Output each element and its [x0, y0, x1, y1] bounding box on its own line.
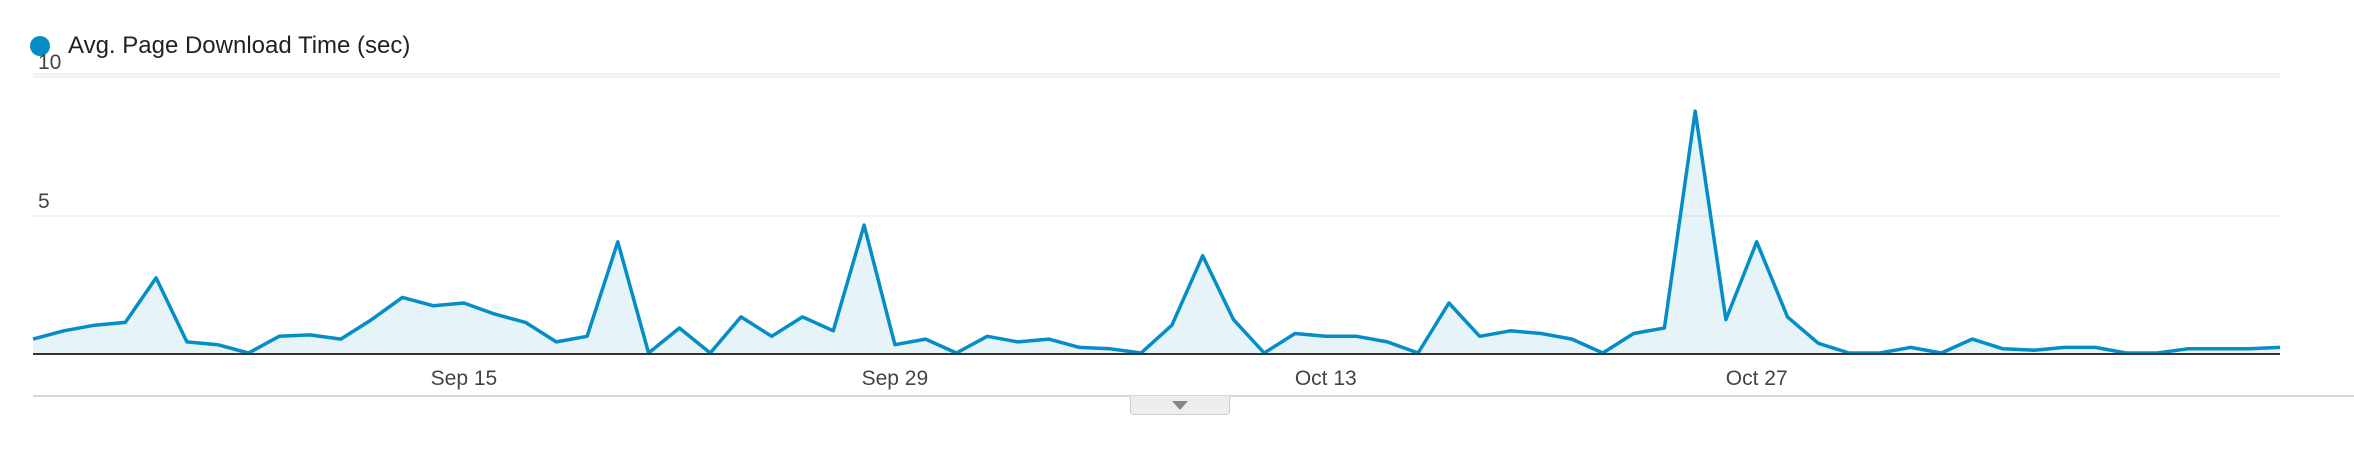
data-point: [1323, 333, 1329, 339]
data-point: [30, 336, 36, 342]
data-point: [2031, 347, 2037, 353]
data-point: [461, 300, 467, 306]
data-point: [2246, 346, 2252, 352]
data-point: [800, 314, 806, 320]
y-tick-label: 10: [38, 51, 61, 74]
data-point: [523, 319, 529, 325]
data-point: [1815, 340, 1821, 346]
data-point: [1661, 325, 1667, 331]
data-point: [1477, 333, 1483, 339]
y-tick-label: 5: [38, 190, 50, 213]
data-point: [1538, 331, 1544, 337]
data-point: [369, 317, 375, 323]
data-point: [1077, 344, 1083, 350]
data-point: [923, 336, 929, 342]
data-point: [1107, 346, 1113, 352]
data-point: [2062, 344, 2068, 350]
data-point: [122, 319, 128, 325]
data-point: [276, 333, 282, 339]
chart-scroll-handle[interactable]: [1130, 396, 1230, 415]
x-tick-label: Sep 29: [862, 367, 929, 390]
data-point: [1231, 317, 1237, 323]
data-point: [984, 333, 990, 339]
data-point: [769, 333, 775, 339]
data-point: [1631, 331, 1637, 337]
data-point: [1354, 333, 1360, 339]
chevron-down-icon: [1172, 400, 1188, 410]
data-point: [1908, 344, 1914, 350]
data-point: [553, 339, 559, 345]
data-point: [1384, 339, 1390, 345]
data-point: [1723, 317, 1729, 323]
data-point: [1969, 336, 1975, 342]
x-tick-label: Sep 15: [431, 367, 498, 390]
data-point: [338, 336, 344, 342]
series-line: [32, 109, 2281, 355]
data-point: [1569, 336, 1575, 342]
data-point: [215, 342, 221, 348]
data-point: [184, 339, 190, 345]
data-point: [492, 311, 498, 317]
data-point: [1754, 239, 1760, 245]
data-point: [2092, 344, 2098, 350]
data-point: [1015, 339, 1021, 345]
data-point: [92, 322, 98, 328]
data-point: [2277, 344, 2283, 350]
data-point: [738, 314, 744, 320]
data-point: [830, 328, 836, 334]
series-area: [33, 111, 2280, 353]
data-point: [1046, 336, 1052, 342]
data-point: [1446, 300, 1452, 306]
data-point: [1200, 253, 1206, 259]
data-point: [584, 333, 590, 339]
data-point: [1692, 108, 1698, 114]
data-point: [307, 332, 313, 338]
data-point: [2215, 346, 2221, 352]
data-point: [615, 239, 621, 245]
data-point: [676, 325, 682, 331]
data-point: [153, 275, 159, 281]
data-point: [861, 222, 867, 228]
data-point: [61, 328, 67, 334]
line-chart: 10 5 Sep 15 Sep 29 Oct 13 Oct 27: [30, 51, 2354, 397]
data-point: [430, 303, 436, 309]
x-tick-label: Oct 13: [1295, 367, 1357, 390]
data-point: [1292, 331, 1298, 337]
data-point: [2000, 346, 2006, 352]
data-point: [892, 342, 898, 348]
data-point: [2185, 346, 2191, 352]
data-point: [1508, 328, 1514, 334]
data-point: [1785, 314, 1791, 320]
x-tick-label: Oct 27: [1726, 367, 1788, 390]
data-point: [1169, 322, 1175, 328]
data-point: [399, 294, 405, 300]
